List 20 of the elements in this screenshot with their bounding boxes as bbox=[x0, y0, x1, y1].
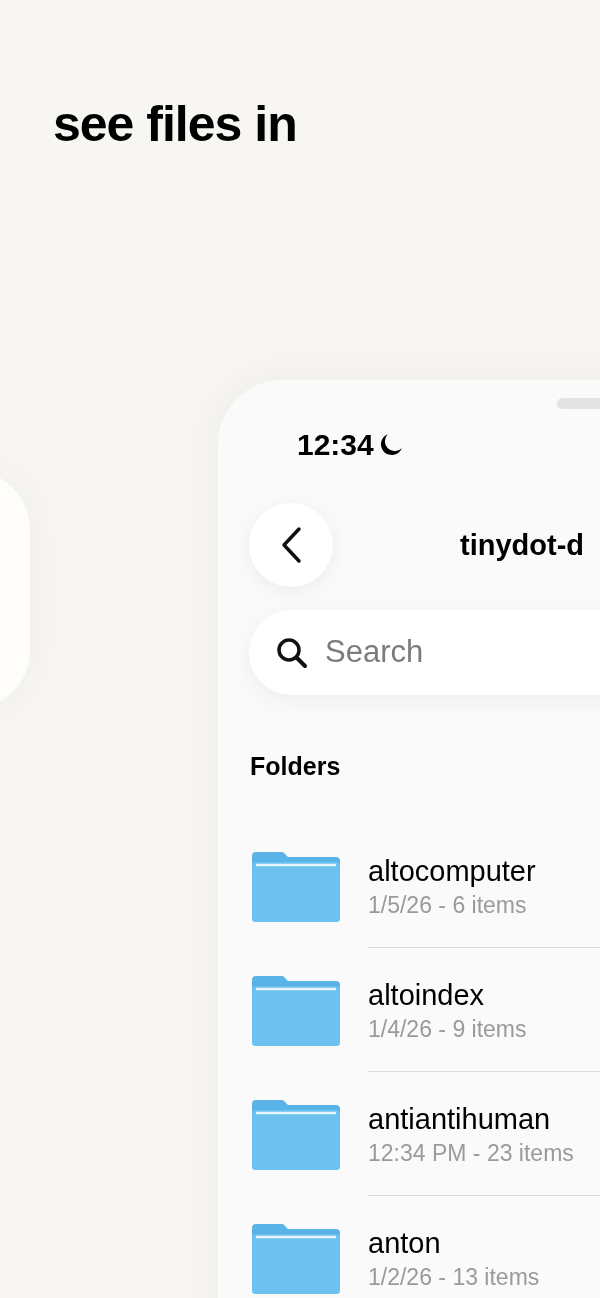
status-time: 12:34 bbox=[297, 427, 374, 463]
search-icon bbox=[275, 635, 309, 670]
headline: see files in bbox=[53, 95, 297, 154]
folder-name: altoindex bbox=[368, 977, 486, 1013]
back-icon bbox=[279, 526, 303, 564]
folder-title: tinydot-d bbox=[460, 528, 584, 563]
folder-name: anton bbox=[368, 1226, 442, 1261]
section-title: Folders bbox=[250, 751, 341, 782]
folder-name: altocomputer bbox=[368, 853, 537, 889]
folder-details: 12:34 PM - 23 items bbox=[368, 1138, 575, 1168]
search-bar[interactable]: Search bbox=[249, 610, 600, 695]
folder-icon bbox=[252, 1098, 340, 1170]
folder-details: 1/4/26 - 9 items bbox=[368, 1014, 528, 1044]
folder-icon bbox=[252, 850, 340, 922]
folder-name: antiantihuman bbox=[368, 1101, 552, 1137]
folder-icon bbox=[252, 974, 340, 1046]
folder-icon bbox=[252, 1222, 340, 1294]
folder-details: 1/5/26 - 6 items bbox=[368, 890, 528, 920]
search-field[interactable]: Search bbox=[325, 629, 600, 676]
folder-details: 1/2/26 - 13 items bbox=[368, 1263, 541, 1292]
